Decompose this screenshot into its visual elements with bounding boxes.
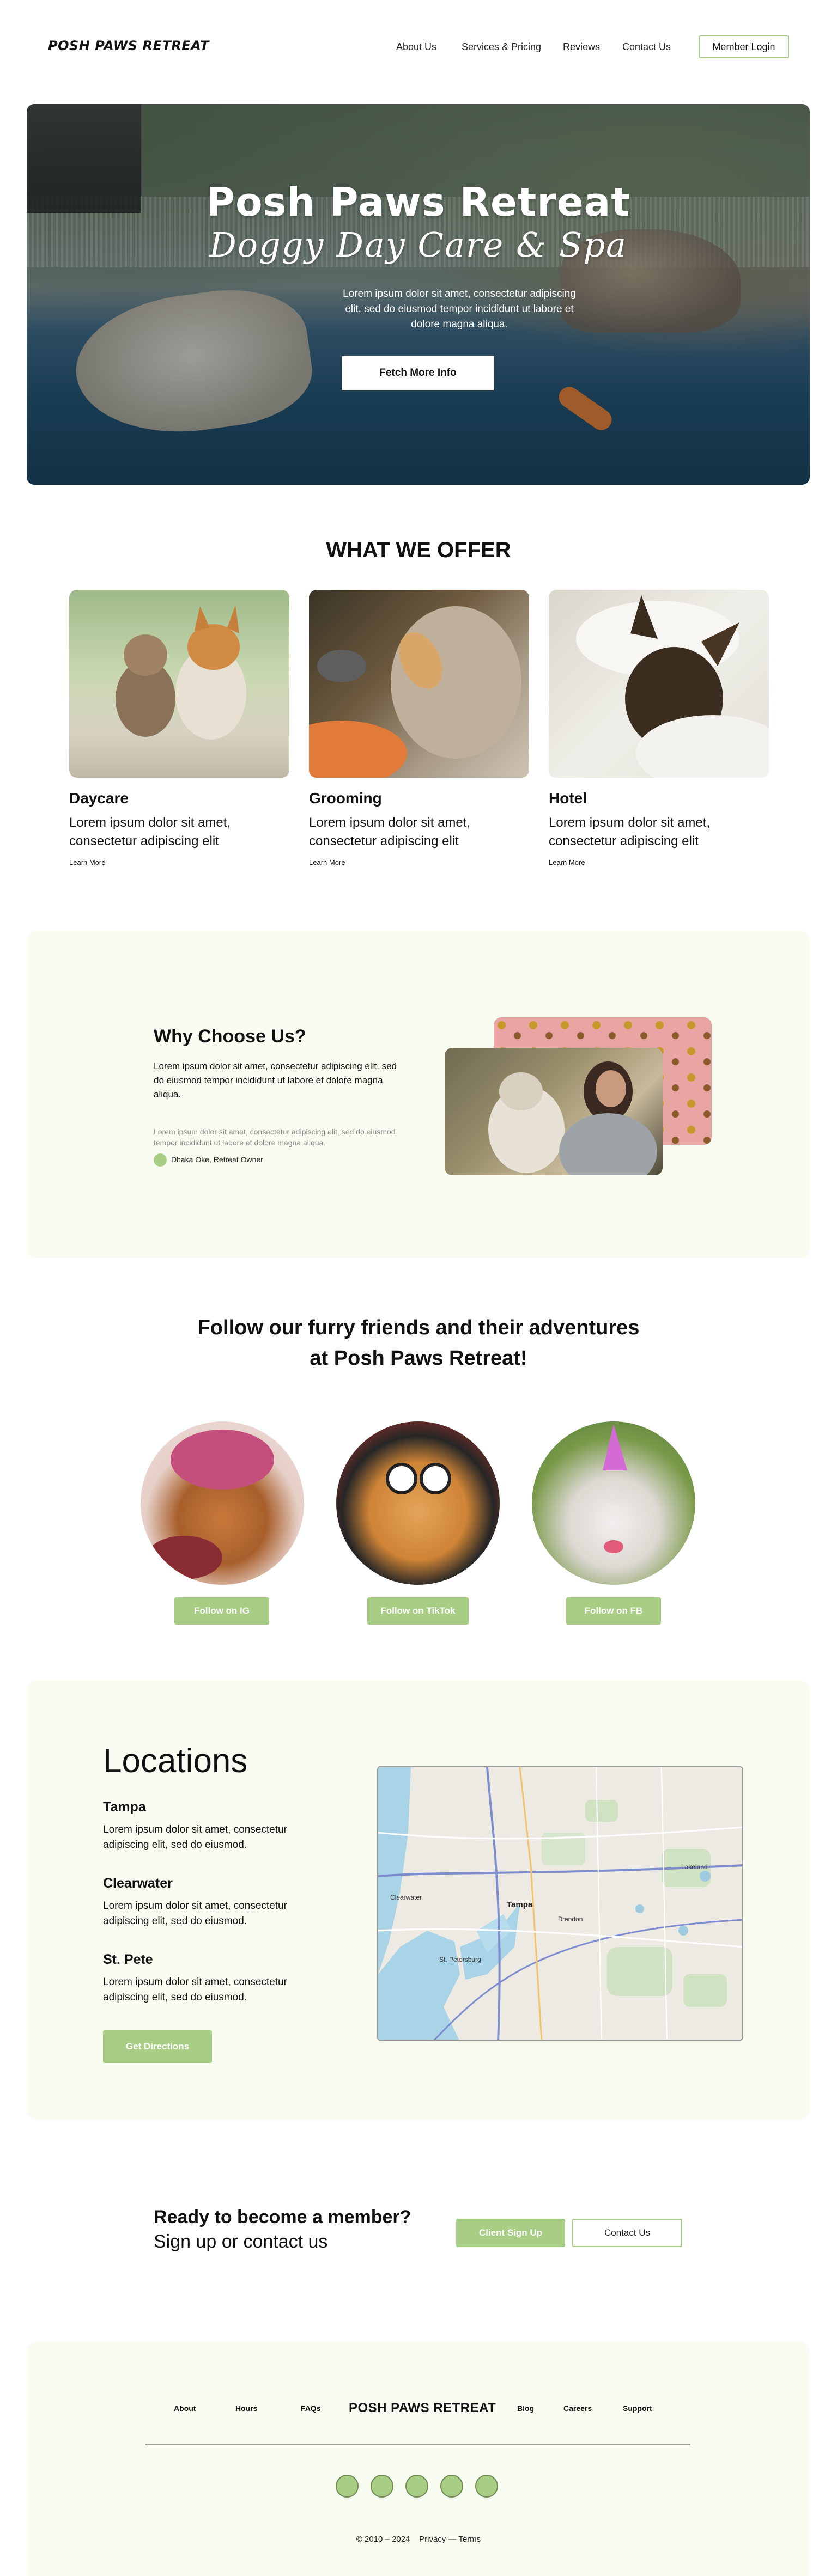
fetch-more-info-button[interactable]: Fetch More Info [342,356,494,390]
follow-title-line-1: Follow our furry friends and their adven… [197,1316,640,1339]
location-name-st-pete: St. Pete [103,1952,153,1967]
location-name-tampa: Tampa [103,1799,146,1815]
grooming-image [309,590,529,778]
card-text-hotel: Lorem ipsum dolor sit amet, consectetur … [549,815,711,849]
locations-map[interactable]: Lakeland Clearwater Tampa St. Petersburg… [377,1766,743,2041]
follow-title-line-2: at Posh Paws Retreat! [310,1347,527,1370]
social-icon-2[interactable] [371,2475,393,2498]
member-login-button[interactable]: Member Login [699,35,789,58]
get-directions-button[interactable]: Get Directions [103,2030,212,2063]
location-text-tampa: Lorem ipsum dolor sit amet, consectetur … [103,1824,287,1851]
card-title-daycare: Daycare [69,790,129,807]
hero-subtitle: Doggy Day Care & Spa [209,225,628,265]
social-icon-1[interactable] [336,2475,359,2498]
testimonial-author: Dhaka Oke, Retreat Owner [171,1155,263,1164]
hero-title: Posh Paws Retreat [206,179,630,225]
nav-contact-us[interactable]: Contact Us [622,41,671,53]
offer-section-title: WHAT WE OFFER [326,538,511,562]
site-logo[interactable]: POSH PAWS RETREAT [48,38,209,53]
contact-us-button[interactable]: Contact Us [572,2219,682,2247]
nav-reviews[interactable]: Reviews [563,41,600,53]
fb-dog-photo [532,1421,695,1585]
location-name-clearwater: Clearwater [103,1876,173,1891]
learn-more-grooming-link[interactable]: Learn More [309,858,345,866]
footer-link-support[interactable]: Support [623,2404,652,2413]
footer-link-hours[interactable]: Hours [235,2404,257,2413]
why-text: Lorem ipsum dolor sit amet, consectetur … [154,1061,397,1100]
hero-description: Lorem ipsum dolor sit amet, consectetur … [343,288,576,330]
privacy-terms-links[interactable]: Privacy — Terms [419,2535,481,2544]
location-text-st-pete: Lorem ipsum dolor sit amet, consectetur … [103,1976,287,2003]
footer-divider [145,2444,690,2445]
hotel-image [549,590,769,778]
card-title-hotel: Hotel [549,790,587,807]
copyright-text: © 2010 – 2024 [356,2535,410,2544]
nav-services-pricing[interactable]: Services & Pricing [462,41,541,53]
nav-about-us[interactable]: About Us [396,41,436,53]
footer-link-blog[interactable]: Blog [517,2404,534,2413]
social-icon-5[interactable] [475,2475,498,2498]
footer-link-careers[interactable]: Careers [563,2404,592,2413]
client-sign-up-button[interactable]: Client Sign Up [456,2219,565,2247]
follow-section-title: Follow our furry friends and their adven… [0,1313,837,1374]
map-label-st-petersburg: St. Petersburg [439,1956,481,1963]
map-label-lakeland: Lakeland [681,1863,708,1871]
daycare-image [69,590,289,778]
locations-title: Locations [103,1742,248,1780]
tiktok-dog-photo [336,1421,500,1585]
follow-on-tiktok-button[interactable]: Follow on TikTok [367,1597,469,1625]
learn-more-hotel-link[interactable]: Learn More [549,858,585,866]
card-text-grooming: Lorem ipsum dolor sit amet, consectetur … [309,815,471,849]
footer-logo[interactable]: POSH PAWS RETREAT [349,2401,496,2416]
testimonial-quote: Lorem ipsum dolor sit amet, consectetur … [154,1127,396,1147]
footer-link-about[interactable]: About [174,2404,196,2413]
location-text-clearwater: Lorem ipsum dolor sit amet, consectetur … [103,1900,287,1927]
card-text-daycare: Lorem ipsum dolor sit amet, consectetur … [69,815,231,849]
follow-on-ig-button[interactable]: Follow on IG [174,1597,269,1625]
why-title: Why Choose Us? [154,1026,306,1047]
follow-on-fb-button[interactable]: Follow on FB [566,1597,661,1625]
cta-title: Ready to become a member? [154,2207,411,2227]
social-icon-4[interactable] [440,2475,463,2498]
map-label-brandon: Brandon [558,1915,583,1923]
map-label-clearwater: Clearwater [390,1894,422,1901]
map-label-tampa: Tampa [507,1900,533,1909]
learn-more-daycare-link[interactable]: Learn More [69,858,105,866]
hero-banner: Posh Paws Retreat Doggy Day Care & Spa L… [27,104,810,485]
cta-subtitle: Sign up or contact us [154,2231,328,2252]
footer-link-faqs[interactable]: FAQs [301,2404,321,2413]
social-icon-3[interactable] [405,2475,428,2498]
footer-copyright-row: © 2010 – 2024 Privacy — Terms [0,2535,837,2544]
card-title-grooming: Grooming [309,790,382,807]
ig-dog-photo [141,1421,304,1585]
author-avatar [154,1153,167,1167]
why-image-owner-dog [445,1048,663,1175]
